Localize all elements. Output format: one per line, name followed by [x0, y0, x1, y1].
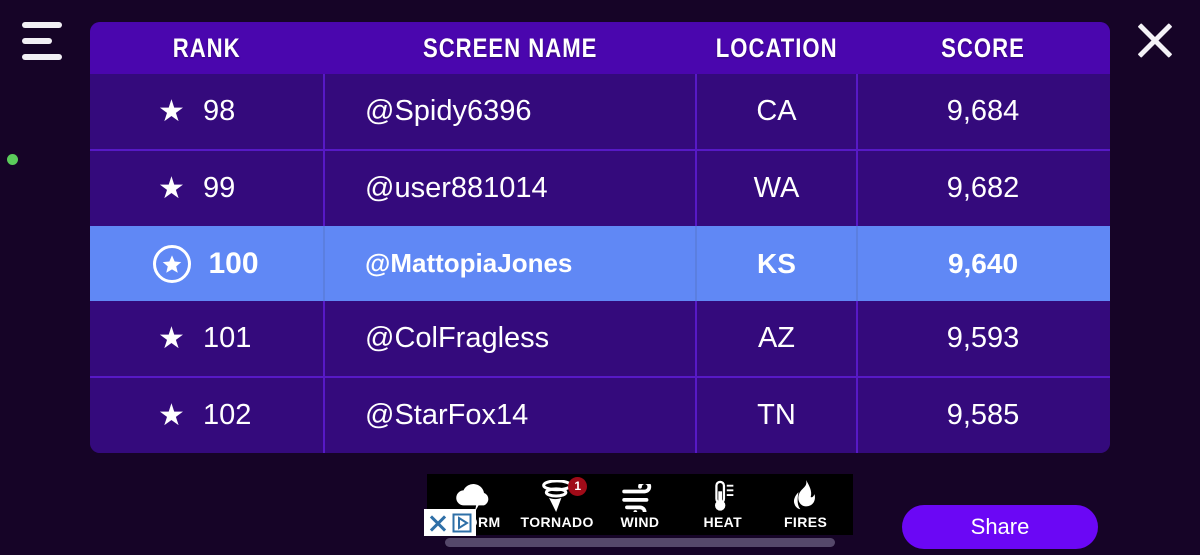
rank-group: ★ 98 — [158, 95, 255, 128]
rank-group: ★ 102 — [158, 399, 255, 432]
close-icon[interactable] — [1132, 18, 1178, 64]
cell-score: 9,640 — [947, 247, 1019, 279]
ad-item-label: FIRES — [783, 513, 828, 530]
cell-rank: ★ 101 — [90, 301, 325, 376]
cell-screen-name: @Spidy6396 — [325, 74, 697, 149]
cell-rank: ★ 99 — [90, 151, 325, 226]
storm-cloud-lightning-icon — [454, 480, 494, 512]
rank-value: 98 — [202, 95, 236, 127]
status-dot — [7, 154, 18, 165]
column-header-score: SCORE — [941, 32, 1025, 63]
table-row[interactable]: ★ 101 @ColFragless AZ 9,593 — [90, 301, 1110, 376]
wind-icon — [621, 480, 659, 512]
star-icon: ★ — [158, 171, 185, 205]
hamburger-bar-bottom — [22, 54, 62, 60]
advertisement-banner[interactable]: STORM1TORNADOWINDHEATFIRES — [427, 474, 853, 535]
cell-screen-name: @ColFragless — [325, 301, 697, 376]
leaderboard-table: RANK SCREEN NAME LOCATION SCORE ★ 98 @Spid… — [90, 22, 1110, 453]
adchoices-icon[interactable] — [450, 511, 474, 535]
share-button[interactable]: Share — [902, 505, 1098, 549]
rank-value: 99 — [202, 172, 236, 204]
ad-item-fires[interactable]: FIRES — [766, 479, 846, 530]
ad-controls[interactable] — [424, 509, 476, 536]
hamburger-bar-top — [22, 22, 62, 28]
ad-scrollbar[interactable] — [445, 538, 835, 547]
fire-icon — [791, 479, 821, 512]
cell-location: KS — [697, 226, 858, 301]
rank-group: ★ 101 — [158, 322, 255, 355]
rank-value: 100 — [208, 246, 259, 280]
cell-score: 9,682 — [946, 172, 1020, 204]
cell-location: TN — [697, 378, 858, 453]
cell-rank: 100 — [90, 226, 325, 301]
ad-notification-badge: 1 — [568, 476, 588, 496]
cell-location: AZ — [697, 301, 858, 376]
table-header-row: RANK SCREEN NAME LOCATION SCORE — [90, 22, 1110, 74]
cell-score: 9,585 — [946, 399, 1020, 431]
star-icon: ★ — [158, 398, 185, 432]
ad-item-label: WIND — [620, 513, 660, 530]
cell-location: WA — [697, 151, 858, 226]
thermometer-icon — [709, 480, 737, 512]
ad-item-tornado[interactable]: 1 TORNADO — [517, 476, 597, 530]
rank-value: 102 — [202, 399, 252, 431]
rank-value: 101 — [202, 322, 252, 354]
ad-item-label: TORNADO — [520, 513, 594, 530]
rank-group: 100 — [152, 244, 261, 283]
column-header-rank: RANK — [172, 32, 241, 63]
ad-item-label: HEAT — [703, 513, 743, 530]
table-row[interactable]: ★ 98 @Spidy6396 CA 9,684 — [90, 74, 1110, 149]
ad-item-wind[interactable]: WIND — [600, 480, 680, 530]
column-header-screen-name: SCREEN NAME — [422, 32, 598, 63]
star-icon: ★ — [158, 321, 185, 355]
cell-score: 9,593 — [946, 322, 1020, 354]
table-row[interactable]: ★ 102 @StarFox14 TN 9,585 — [90, 376, 1110, 453]
hamburger-bar-middle — [22, 38, 52, 44]
cell-rank: ★ 98 — [90, 74, 325, 149]
cell-rank: ★ 102 — [90, 378, 325, 453]
cell-score: 9,684 — [946, 95, 1020, 127]
star-badge-icon — [152, 244, 191, 283]
hamburger-menu-icon[interactable] — [22, 22, 62, 60]
table-row[interactable]: 100 @MattopiaJones KS 9,640 — [90, 226, 1110, 301]
ad-item-heat[interactable]: HEAT — [683, 480, 763, 530]
cell-screen-name: @StarFox14 — [325, 378, 697, 453]
rank-group: ★ 99 — [158, 172, 255, 205]
column-header-location: LOCATION — [715, 32, 838, 63]
ad-close-icon[interactable] — [426, 511, 450, 535]
table-row[interactable]: ★ 99 @user881014 WA 9,682 — [90, 149, 1110, 226]
table-body: ★ 98 @Spidy6396 CA 9,684 ★ 99 @user881014 WA 9,68… — [90, 74, 1110, 453]
cell-screen-name: @MattopiaJones — [325, 226, 697, 301]
cell-location: CA — [697, 74, 858, 149]
star-icon: ★ — [158, 94, 185, 128]
cell-screen-name: @user881014 — [325, 151, 697, 226]
